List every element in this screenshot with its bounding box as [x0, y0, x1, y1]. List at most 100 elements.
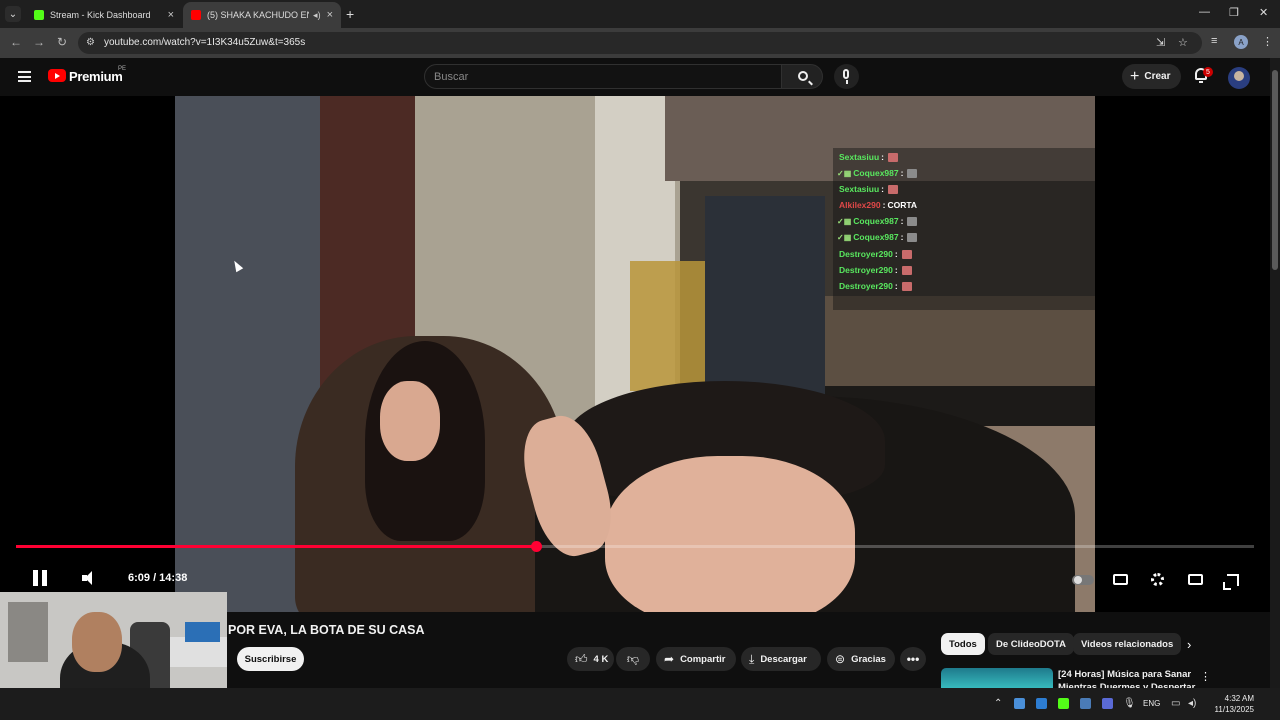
plus-icon: +	[1130, 67, 1140, 85]
notification-count-badge: 5	[1203, 67, 1213, 77]
scene-person-face	[380, 381, 440, 461]
reload-icon[interactable]: ↻	[57, 35, 67, 49]
settings-gear-icon[interactable]	[1151, 573, 1164, 586]
voice-search-icon[interactable]	[834, 64, 859, 89]
new-tab-icon[interactable]: +	[346, 6, 354, 22]
thanks-button[interactable]: ⊜ Gracias	[827, 647, 895, 671]
tab-search-button[interactable]: ⌄	[5, 6, 21, 22]
page-scrollbar[interactable]	[1270, 58, 1280, 688]
subtitles-icon[interactable]	[1113, 574, 1128, 585]
autoplay-toggle[interactable]	[1072, 575, 1094, 585]
fullscreen-icon[interactable]	[1223, 574, 1239, 590]
language-indicator[interactable]: ENG	[1143, 699, 1160, 708]
tab-title: (5) SHAKA KACHUDO EN VIVO	[207, 10, 309, 20]
chevron-right-icon[interactable]: ›	[1187, 637, 1191, 652]
browser-profile-avatar[interactable]: A	[1234, 35, 1248, 49]
chat-username: Coquex987	[853, 232, 899, 242]
progress-bar[interactable]	[16, 541, 1254, 552]
emote-icon	[888, 152, 898, 162]
chat-message: ✓▦ Coquex987:	[837, 214, 918, 228]
video-frame[interactable]: Sextasiuu: ✓▦ Coquex987: Sextasiuu: Alki…	[175, 96, 1095, 612]
webcam-scene-monitor	[185, 622, 220, 642]
like-count: 4 K	[593, 653, 609, 665]
chat-text: CORTA	[887, 200, 918, 210]
youtube-premium-brand[interactable]: Premium	[69, 69, 123, 84]
url-text: youtube.com/watch?v=1I3K34u5Zuw&t=365s	[104, 37, 306, 48]
tray-app-icon[interactable]	[1058, 698, 1069, 709]
chip-related[interactable]: Videos relacionados	[1073, 633, 1182, 655]
chat-badges: ✓▦	[837, 168, 852, 178]
discord-icon[interactable]	[1102, 698, 1113, 709]
tray-app-icon[interactable]	[1014, 698, 1025, 709]
forward-icon[interactable]: →	[33, 35, 45, 49]
bookmark-star-icon[interactable]: ☆	[1178, 36, 1188, 49]
thumbs-down-icon: 👎︎	[626, 651, 640, 666]
os-taskbar: ⌃ 🎙︎ ENG ▭ ◂) 4:32 AM 11/13/2025	[0, 688, 1280, 720]
microphone-icon[interactable]: 🎙︎	[1123, 698, 1136, 709]
install-app-icon[interactable]: ⇲	[1156, 36, 1165, 49]
emote-icon	[901, 249, 912, 259]
dislike-button[interactable]: 👎︎	[616, 647, 650, 671]
screen: ⌄ Stream - Kick Dashboard × (5) SHAKA KA…	[0, 0, 1280, 720]
video-player[interactable]: Sextasiuu: ✓▦ Coquex987: Sextasiuu: Alki…	[0, 96, 1270, 612]
like-button[interactable]: 👍︎ 4 K	[567, 647, 614, 671]
thumbs-up-icon: 👍︎	[575, 651, 588, 666]
scene-person-face	[605, 456, 855, 612]
subscribe-button[interactable]: Suscribirse	[237, 647, 304, 671]
media-control-icon[interactable]: ≡	[1211, 35, 1217, 47]
tab-kick-dashboard[interactable]: Stream - Kick Dashboard ×	[26, 2, 182, 28]
search-input[interactable]: Buscar	[424, 64, 782, 89]
theater-mode-icon[interactable]	[1188, 574, 1203, 585]
share-button[interactable]: ➦ Compartir	[656, 647, 736, 671]
emote-icon	[907, 168, 918, 178]
create-label: Crear	[1144, 71, 1171, 82]
chat-message: Destroyer290:	[837, 279, 912, 293]
browser-menu-icon[interactable]: ⋮	[1262, 35, 1273, 48]
chat-badges: ✓▦	[837, 232, 852, 242]
clock-time: 4:32 AM	[1224, 694, 1254, 703]
super-thanks-icon: ⊜	[835, 652, 846, 666]
close-tab-icon[interactable]: ×	[168, 9, 174, 21]
restore-icon[interactable]: ❐	[1229, 6, 1239, 19]
more-actions-icon[interactable]: •••	[900, 647, 926, 671]
pause-button[interactable]	[33, 570, 47, 586]
chip-channel[interactable]: De ClideoDOTA	[988, 633, 1075, 655]
create-button[interactable]: + Crear	[1122, 64, 1181, 89]
youtube-logo-icon[interactable]	[48, 69, 66, 82]
recommended-title[interactable]: [24 Horas] Música para Sanar Mientras Du…	[1058, 668, 1198, 688]
chat-message: Sextasiuu:	[837, 182, 898, 196]
account-avatar[interactable]	[1228, 67, 1250, 89]
share-icon: ➦	[664, 652, 675, 666]
back-icon[interactable]: ←	[10, 35, 22, 49]
system-clock[interactable]: 4:32 AM 11/13/2025	[1208, 693, 1254, 715]
steam-icon[interactable]	[1080, 698, 1091, 709]
search-icon	[798, 71, 808, 81]
volume-icon[interactable]	[82, 571, 98, 585]
thanks-label: Gracias	[851, 653, 886, 665]
scrollbar-thumb[interactable]	[1272, 70, 1278, 270]
speaker-icon[interactable]: ◂)	[1188, 698, 1196, 709]
stream-chat-overlay: Sextasiuu: ✓▦ Coquex987: Sextasiuu: Alki…	[833, 148, 1095, 310]
chat-message: ✓▦ Coquex987:	[837, 230, 918, 244]
audio-playing-icon[interactable]: ◂)	[313, 10, 321, 21]
chat-message: Destroyer290:	[837, 247, 912, 261]
address-bar[interactable]: ⚙ youtube.com/watch?v=1I3K34u5Zuw&t=365s…	[78, 32, 1202, 54]
network-icon[interactable]: ▭	[1171, 698, 1180, 709]
youtube-header: Premium PE Buscar + Crear 5	[0, 58, 1270, 96]
download-button[interactable]: ⤓ Descargar	[741, 647, 821, 671]
chat-username: Sextasiuu	[839, 152, 880, 162]
tab-youtube[interactable]: (5) SHAKA KACHUDO EN VIVO ◂) ×	[183, 2, 341, 28]
emote-icon	[901, 281, 912, 291]
progress-scrubber[interactable]	[530, 541, 542, 552]
tray-app-icon[interactable]	[1036, 698, 1047, 709]
recommended-menu-icon[interactable]: ⋮	[1200, 670, 1211, 683]
chip-todos[interactable]: Todos	[941, 633, 985, 655]
hamburger-menu-icon[interactable]	[18, 71, 31, 82]
site-info-icon[interactable]: ⚙	[86, 37, 95, 48]
chat-badges: ✓▦	[837, 216, 852, 226]
close-tab-icon[interactable]: ×	[327, 9, 333, 21]
minimize-icon[interactable]: —	[1199, 6, 1210, 18]
close-window-icon[interactable]: ✕	[1259, 6, 1268, 19]
search-button[interactable]	[781, 64, 823, 89]
chevron-up-icon[interactable]: ⌃	[994, 698, 1002, 709]
